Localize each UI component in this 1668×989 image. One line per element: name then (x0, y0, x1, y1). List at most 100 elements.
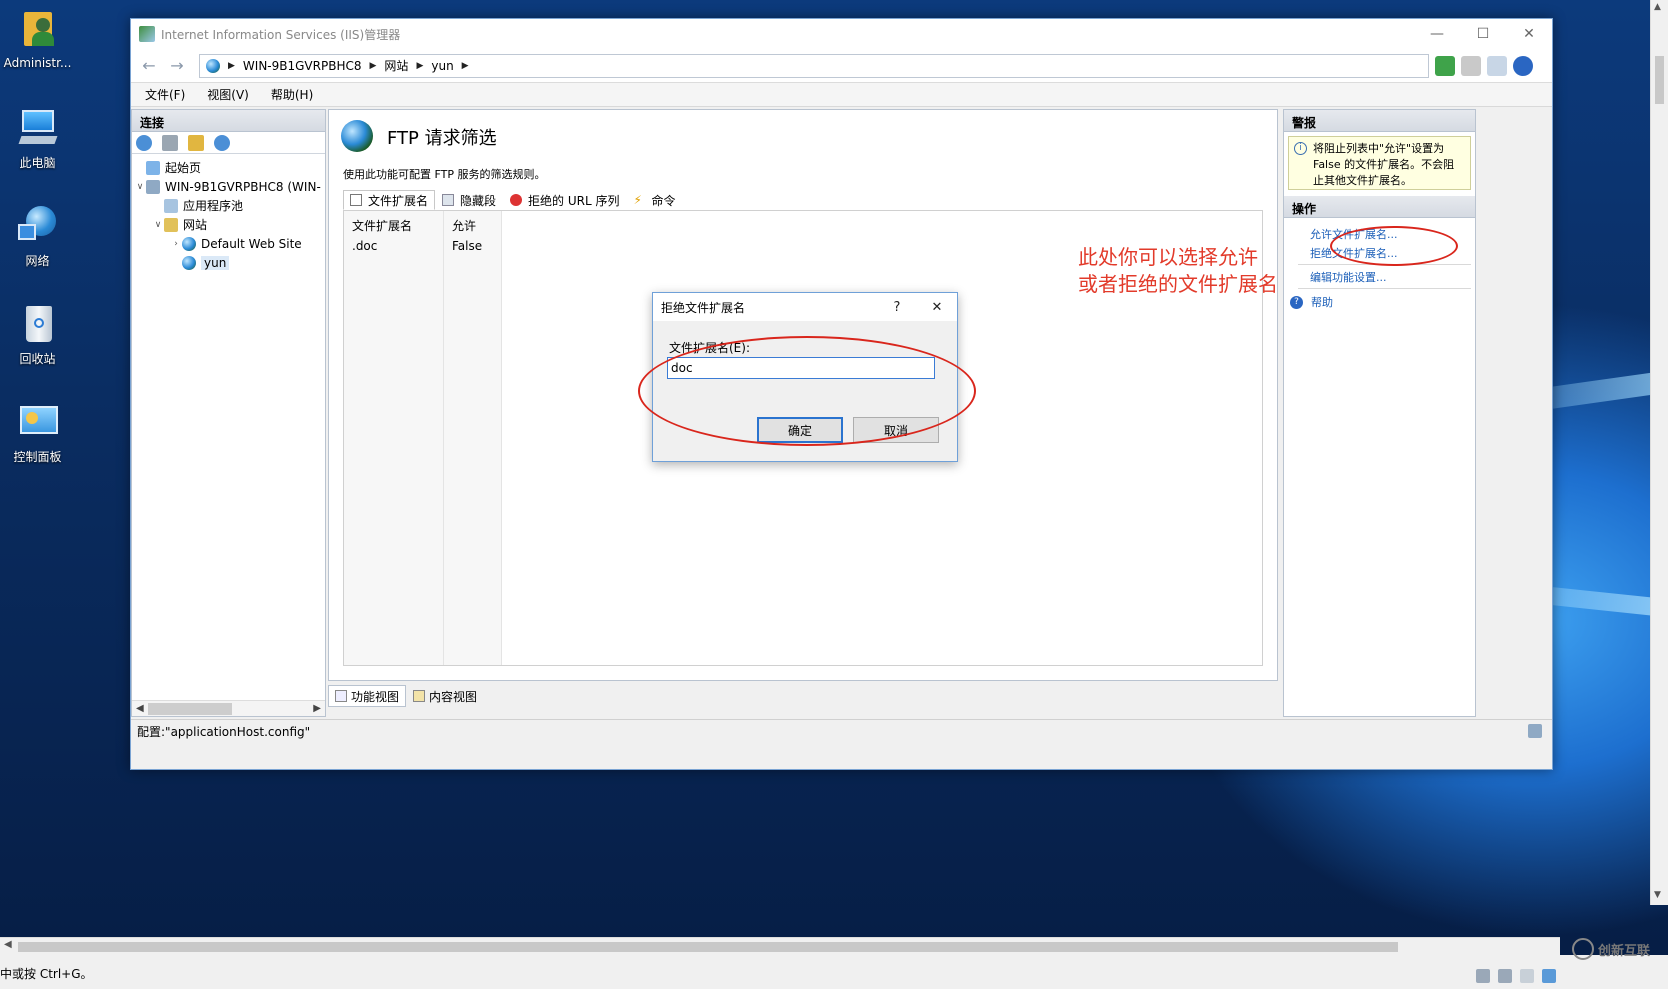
iis-app-icon (139, 26, 155, 42)
scroll-down-icon[interactable]: ▼ (1654, 890, 1661, 900)
tree-item-app-pools[interactable]: 应用程序池 (132, 196, 325, 215)
minimize-icon[interactable]: — (1414, 19, 1460, 49)
disconnect-icon[interactable] (214, 134, 230, 151)
save-icon[interactable] (162, 134, 178, 151)
tab-file-extensions[interactable]: 文件扩展名 (343, 190, 436, 210)
annotation-line: 或者拒绝的文件扩展名 (1078, 272, 1278, 296)
ftp-globe-icon (341, 120, 373, 152)
breadcrumb[interactable]: ▶ WIN-9B1GVRPBHC8 ▶ 网站 ▶ yun ▶ (199, 53, 1429, 78)
scroll-thumb[interactable] (18, 942, 1398, 952)
network-globe-icon (16, 204, 60, 248)
dialog-close-icon[interactable]: ✕ (917, 300, 957, 315)
breadcrumb-separator-icon: ▶ (228, 60, 235, 71)
window-title: Internet Information Services (IIS)管理器 (161, 27, 401, 42)
tab-content-view[interactable]: 内容视图 (406, 685, 484, 707)
desktop-icon-network[interactable]: 网络 (0, 204, 75, 269)
start-page-icon (146, 160, 160, 175)
breadcrumb-separator-icon: ▶ (369, 60, 377, 71)
status-text: 配置:"applicationHost.config" (137, 725, 311, 739)
desktop-icon-this-pc[interactable]: 此电脑 (0, 106, 75, 171)
scroll-thumb[interactable] (1655, 56, 1664, 104)
menu-view[interactable]: 视图(V) (207, 86, 249, 103)
dialog-help-icon[interactable]: ? (877, 300, 917, 315)
breadcrumb-separator-icon: ▶ (416, 60, 424, 71)
close-icon[interactable]: ✕ (1506, 19, 1552, 49)
watermark-logo-icon (1572, 938, 1594, 960)
table-cell-allowed[interactable]: False (452, 239, 482, 253)
menu-bar: 文件(F) 视图(V) 帮助(H) (131, 83, 1552, 107)
alert-text: 将阻止列表中"允许"设置为 False 的文件扩展名。不会阻止其他文件扩展名。 (1313, 142, 1455, 187)
tree-item-server[interactable]: ∨ WIN-9B1GVRPBHC8 (WIN- (132, 177, 325, 196)
column-header-allowed[interactable]: 允许 (452, 217, 476, 234)
features-view-icon (335, 690, 347, 702)
refresh-icon[interactable] (1435, 55, 1455, 76)
dialog-title-bar[interactable]: 拒绝文件扩展名 ? ✕ (653, 293, 957, 321)
status-bar: 配置:"applicationHost.config" (131, 719, 1552, 741)
scroll-thumb[interactable] (148, 703, 232, 715)
outer-vscrollbar[interactable]: ▲ ▼ (1650, 0, 1668, 905)
breadcrumb-item-sites[interactable]: 网站 (384, 57, 408, 74)
breadcrumb-item-yun[interactable]: yun (431, 59, 453, 73)
expand-chevron-icon[interactable]: › (170, 239, 182, 249)
up-folder-icon[interactable] (188, 134, 204, 151)
connect-icon[interactable] (136, 134, 152, 151)
scroll-right-icon[interactable]: ▶ (313, 703, 321, 714)
desktop-icon-label: 此电脑 (19, 156, 56, 170)
globe-icon (206, 58, 220, 73)
home-icon[interactable] (1487, 55, 1507, 76)
tree-item-sites[interactable]: ∨ 网站 (132, 215, 325, 234)
control-panel-icon (16, 400, 60, 444)
tray-icon[interactable] (1542, 969, 1556, 983)
desktop-icon-administrator[interactable]: Administr... (0, 8, 75, 70)
watermark-logo: 创新互联 (1572, 936, 1668, 962)
tray-icon[interactable] (1520, 969, 1534, 983)
outer-hscrollbar[interactable]: ◀ (0, 937, 1560, 955)
help-dropdown-icon[interactable] (1513, 55, 1533, 76)
table-cell-extension[interactable]: .doc (352, 239, 377, 253)
maximize-icon[interactable]: ☐ (1460, 19, 1506, 49)
tab-features-view[interactable]: 功能视图 (328, 685, 407, 707)
title-bar[interactable]: Internet Information Services (IIS)管理器 —… (131, 19, 1552, 49)
tab-denied-url-sequences[interactable]: 拒绝的 URL 序列 (503, 190, 626, 210)
watermark-text: 创新互联 (1598, 943, 1651, 959)
menu-file[interactable]: 文件(F) (145, 86, 185, 103)
edit-feature-settings-link[interactable]: 编辑功能设置... (1284, 267, 1475, 286)
help-link[interactable]: ? 帮助 (1284, 291, 1475, 313)
help-icon: ? (1290, 295, 1303, 309)
tab-hidden-segments[interactable]: 隐藏段 (435, 190, 503, 210)
forward-arrow-icon[interactable]: → (163, 53, 191, 79)
tab-commands[interactable]: ⚡ 命令 (626, 190, 682, 210)
stop-icon[interactable] (1461, 55, 1481, 76)
desktop-icon-recycle-bin[interactable]: 回收站 (0, 302, 75, 367)
connections-tree: 起始页 ∨ WIN-9B1GVRPBHC8 (WIN- 应用程序池 ∨ 网站 ›… (132, 154, 325, 272)
desktop-icon-label: Administr... (3, 56, 72, 70)
app-pool-icon (164, 198, 178, 213)
view-tabs: 功能视图 内容视图 (328, 685, 484, 707)
desktop-icon-label: 控制面板 (13, 450, 62, 464)
feature-tabs: 文件扩展名 隐藏段 拒绝的 URL 序列 ⚡ 命令 (343, 190, 682, 210)
tray-icon[interactable] (1476, 969, 1490, 983)
scroll-left-icon[interactable]: ◀ (4, 939, 12, 950)
desktop-icon-control-panel[interactable]: 控制面板 (0, 400, 75, 465)
tray-icon[interactable] (1498, 969, 1512, 983)
lightning-icon: ⚡ (633, 193, 642, 207)
server-icon (146, 179, 160, 194)
column-header-extension[interactable]: 文件扩展名 (352, 217, 412, 234)
menu-help[interactable]: 帮助(H) (271, 86, 313, 103)
connections-hscrollbar[interactable]: ◀ ▶ (132, 700, 325, 716)
user-folder-icon (16, 8, 60, 52)
breadcrumb-item-server[interactable]: WIN-9B1GVRPBHC8 (243, 59, 362, 73)
annotation-ring-actions (1330, 226, 1458, 266)
tree-item-default-web-site[interactable]: › Default Web Site (132, 234, 325, 253)
tree-item-start-page[interactable]: 起始页 (132, 158, 325, 177)
collapse-chevron-icon[interactable]: ∨ (134, 182, 146, 192)
info-icon: i (1294, 142, 1307, 155)
connections-toolbar (132, 132, 325, 154)
scroll-left-icon[interactable]: ◀ (136, 703, 144, 714)
collapse-chevron-icon[interactable]: ∨ (152, 220, 164, 230)
address-row: ← → ▶ WIN-9B1GVRPBHC8 ▶ 网站 ▶ yun ▶ (131, 49, 1552, 83)
tree-item-yun[interactable]: yun (132, 253, 325, 272)
desktop-icon-label: 网络 (25, 254, 50, 268)
back-arrow-icon[interactable]: ← (135, 53, 163, 79)
scroll-up-icon[interactable]: ▲ (1654, 2, 1661, 12)
